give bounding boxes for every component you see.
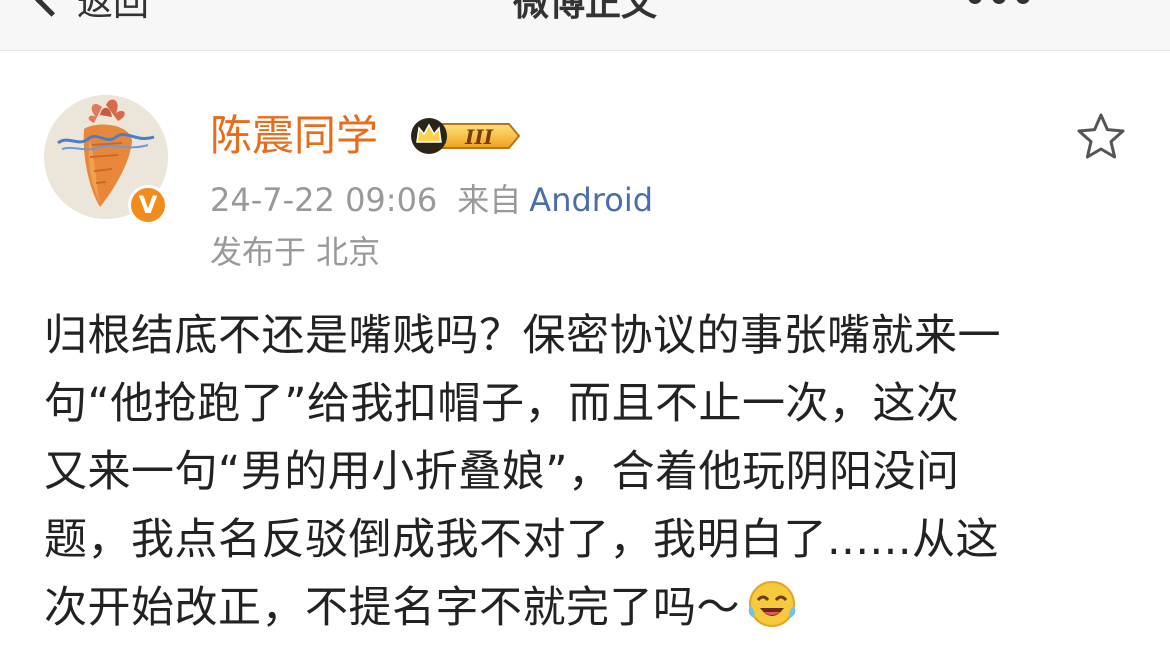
post-meta: 24-7-22 09:06 来自 Android <box>210 178 653 222</box>
post-line-last: 次开始改正，不提名字不就完了吗～ <box>44 574 1134 642</box>
post-time: 24-7-22 09:06 <box>210 181 438 219</box>
vip-crown-badge-icon[interactable]: III <box>405 116 523 156</box>
dot <box>968 0 982 4</box>
laughing-crying-emoji-icon <box>748 581 796 627</box>
post-line-text: 次开始改正，不提名字不就完了吗～ <box>44 583 740 633</box>
post-line: 归根结底不还是嘴贱吗？保密协议的事张嘴就来一 <box>44 311 1001 361</box>
more-dots-icon[interactable] <box>968 0 1030 4</box>
dot <box>992 0 1006 4</box>
top-navigation-bar: 返回 微博正文 <box>0 0 1170 51</box>
source-prefix: 来自 <box>457 181 522 219</box>
source-link[interactable]: Android <box>529 181 653 219</box>
dot <box>1016 0 1030 4</box>
post-line: 句“他抢跑了”给我扣帽子，而且不止一次，这次 <box>44 379 960 429</box>
post-content: 归根结底不还是嘴贱吗？保密协议的事张嘴就来一 句“他抢跑了”给我扣帽子，而且不止… <box>44 302 1134 642</box>
post-line: 又来一句“男的用小折叠娘”，合着他玩阴阳没问 <box>44 447 960 497</box>
star-outline-icon[interactable] <box>1074 110 1128 164</box>
post-line: 题，我点名反驳倒成我不对了，我明白了......从这 <box>44 515 1000 565</box>
vip-level-text: III <box>464 125 494 149</box>
post-location: 发布于 北京 <box>210 233 381 271</box>
username[interactable]: 陈震同学 <box>210 110 378 162</box>
verified-badge-icon: V <box>128 185 168 225</box>
